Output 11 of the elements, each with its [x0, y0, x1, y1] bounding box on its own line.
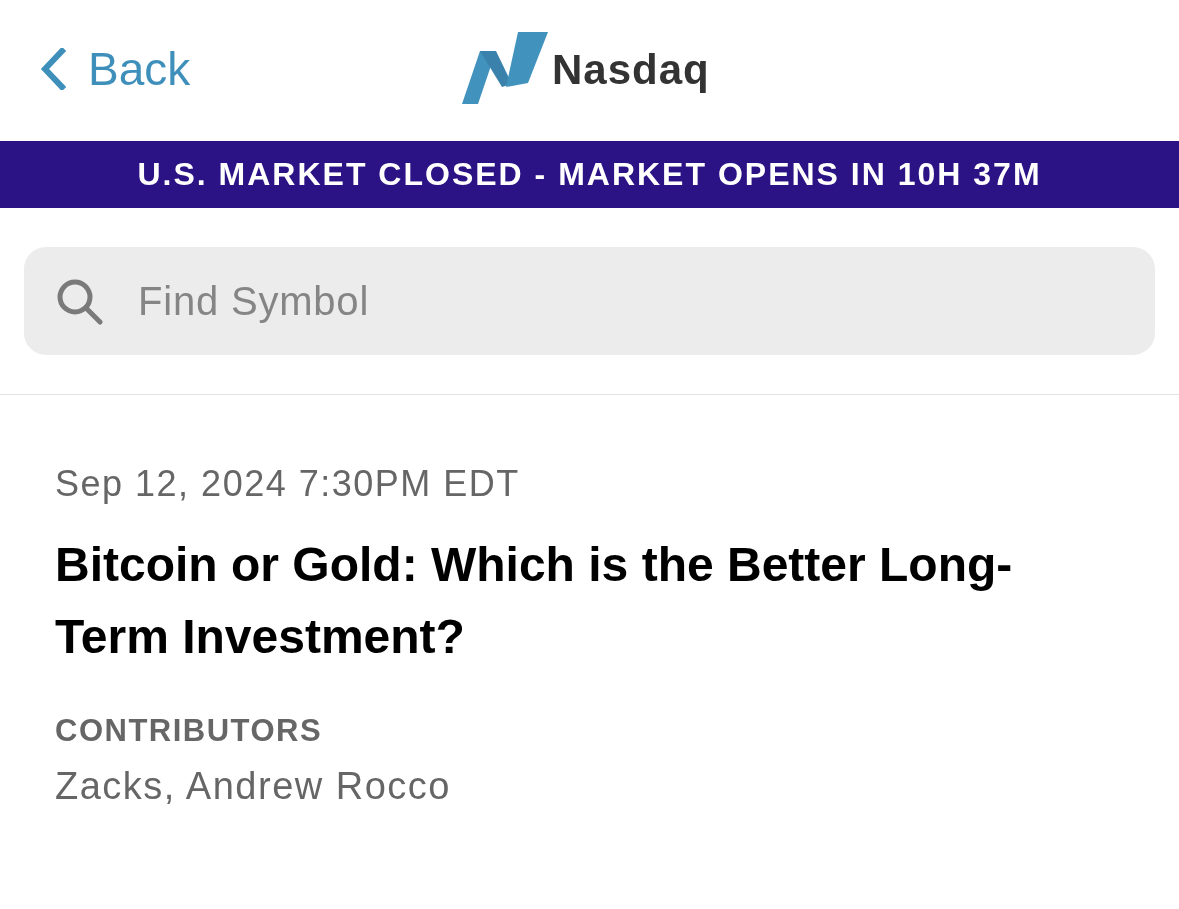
logo-text: Nasdaq [552, 46, 710, 94]
market-status-text: U.S. MARKET CLOSED - MARKET OPENS IN 10H 37M [137, 156, 1042, 193]
search-icon [55, 277, 103, 325]
article-headline: Bitcoin or Gold: Which is the Better Long-Term Investment? [55, 537, 1014, 665]
contributors-label: CONTRIBUTORS [55, 713, 324, 749]
search-field[interactable]: Find Symbol [24, 247, 1155, 355]
article-timestamp: Sep 12, 2024 7:30PM EDT [55, 463, 521, 505]
chevron-left-icon [40, 47, 66, 90]
contributors-names: Zacks, Andrew Rocco [55, 765, 452, 808]
logo-icon [462, 31, 548, 104]
back-button[interactable]: Back [40, 41, 191, 96]
